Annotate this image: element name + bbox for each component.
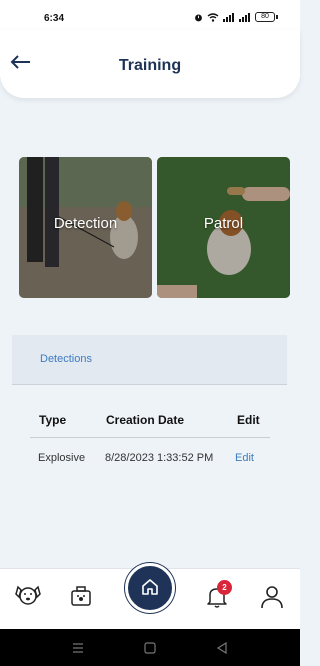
kit-icon	[71, 586, 91, 606]
recents-button[interactable]	[72, 641, 84, 659]
edit-link[interactable]: Edit	[235, 450, 254, 467]
wifi-icon	[207, 12, 219, 22]
nav-profile[interactable]	[259, 584, 285, 610]
battery-level: 80	[255, 12, 275, 22]
battery-icon: 80	[255, 12, 278, 22]
table-header: Type Creation Date Edit	[30, 405, 270, 438]
table-row: Explosive 8/28/2023 1:33:52 PM Edit	[30, 438, 270, 488]
notification-badge: 2	[217, 580, 232, 595]
alarm-icon	[195, 14, 202, 21]
nav-kit[interactable]	[69, 584, 95, 610]
signal-icon-2	[239, 12, 250, 22]
patrol-label: Patrol	[203, 215, 244, 232]
signal-icon	[223, 12, 234, 22]
page-title: Training	[118, 57, 182, 74]
detections-tab-bar: Detections	[12, 335, 287, 385]
nav-dog[interactable]	[15, 584, 41, 610]
header-type: Type	[39, 413, 67, 427]
header-creation-date: Creation Date	[106, 413, 185, 427]
status-icons: 80	[194, 12, 278, 22]
detections-table: Type Creation Date Edit Explosive 8/28/2…	[30, 405, 270, 488]
status-time: 6:34	[44, 13, 65, 24]
tab-detections[interactable]: Detections	[40, 353, 92, 365]
header: Training	[0, 30, 300, 98]
home-icon	[142, 579, 158, 595]
cell-creation-date: 8/28/2023 1:33:52 PM	[105, 452, 214, 464]
bottom-nav: 2	[0, 563, 300, 629]
nav-home-button[interactable]	[125, 563, 175, 613]
dog-icon	[15, 585, 41, 605]
menu-icon	[73, 643, 83, 653]
detection-card[interactable]: Detection	[19, 157, 152, 298]
back-system-button[interactable]	[216, 641, 228, 659]
patrol-card[interactable]: Patrol	[157, 157, 290, 298]
cell-type: Explosive	[38, 452, 86, 464]
square-icon	[144, 642, 156, 654]
home-system-button[interactable]	[144, 641, 156, 659]
system-nav-bar	[0, 629, 300, 666]
header-edit: Edit	[237, 413, 260, 427]
detection-label: Detection	[53, 215, 118, 232]
user-icon	[261, 586, 283, 609]
triangle-back-icon	[216, 641, 227, 655]
